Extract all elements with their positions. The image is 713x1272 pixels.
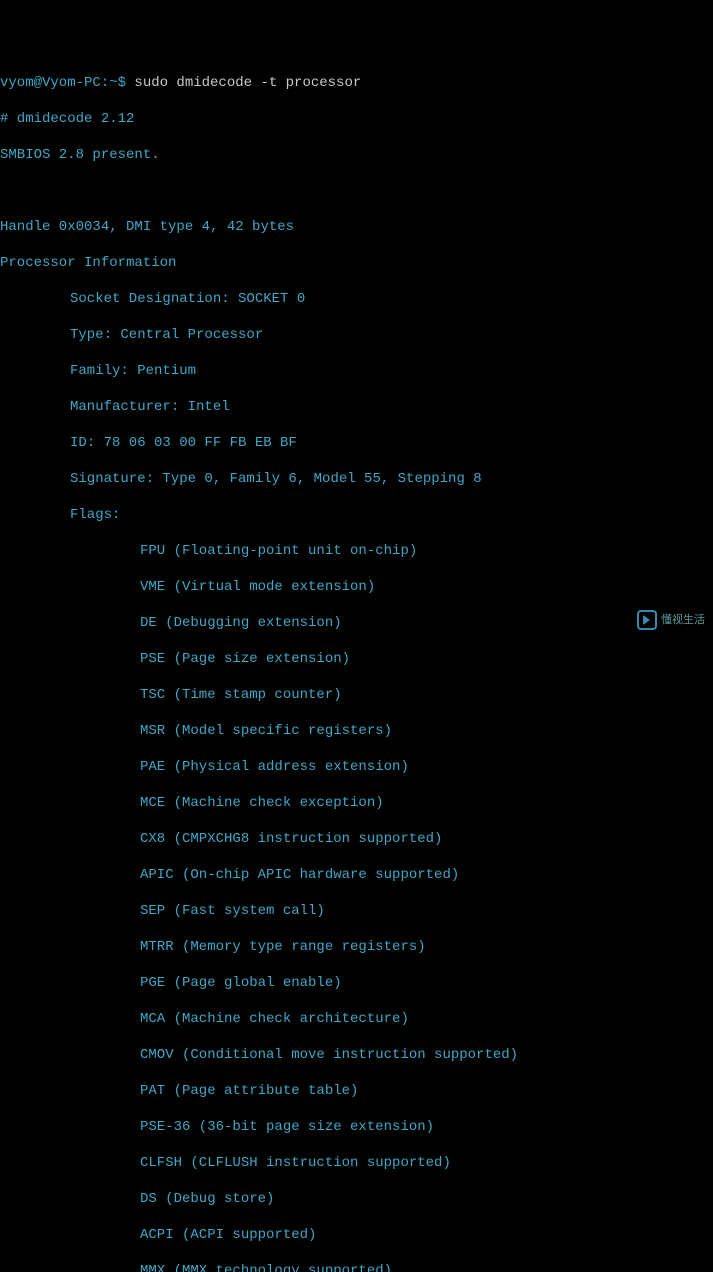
flag-clfsh: CLFSH (CLFLUSH instruction supported)	[0, 1154, 713, 1172]
flag-vme: VME (Virtual mode extension)	[0, 578, 713, 596]
flag-pae: PAE (Physical address extension)	[0, 758, 713, 776]
watermark: 懂视生活	[637, 610, 705, 630]
flag-pge: PGE (Page global enable)	[0, 974, 713, 992]
flag-acpi: ACPI (ACPI supported)	[0, 1226, 713, 1244]
flag-cmov: CMOV (Conditional move instruction suppo…	[0, 1046, 713, 1064]
flag-pse36: PSE-36 (36-bit page size extension)	[0, 1118, 713, 1136]
flag-mce: MCE (Machine check exception)	[0, 794, 713, 812]
dmidecode-version-line: # dmidecode 2.12	[0, 110, 713, 128]
blank-line	[0, 182, 713, 200]
entered-command: sudo dmidecode -t processor	[134, 75, 361, 91]
field-flags-label: Flags:	[0, 506, 713, 524]
flag-ds: DS (Debug store)	[0, 1190, 713, 1208]
flag-tsc: TSC (Time stamp counter)	[0, 686, 713, 704]
field-signature: Signature: Type 0, Family 6, Model 55, S…	[0, 470, 713, 488]
flag-fpu: FPU (Floating-point unit on-chip)	[0, 542, 713, 560]
flag-mca: MCA (Machine check architecture)	[0, 1010, 713, 1028]
flag-cx8: CX8 (CMPXCHG8 instruction supported)	[0, 830, 713, 848]
watermark-text: 懂视生活	[661, 611, 705, 629]
field-socket: Socket Designation: SOCKET 0	[0, 290, 713, 308]
field-manufacturer: Manufacturer: Intel	[0, 398, 713, 416]
field-id: ID: 78 06 03 00 FF FB EB BF	[0, 434, 713, 452]
flag-msr: MSR (Model specific registers)	[0, 722, 713, 740]
flag-de: DE (Debugging extension)	[0, 614, 713, 632]
watermark-play-icon	[637, 610, 657, 630]
user-host-prompt: vyom@Vyom-PC:~$	[0, 75, 134, 91]
flag-mmx: MMX (MMX technology supported)	[0, 1262, 713, 1272]
flag-mtrr: MTRR (Memory type range registers)	[0, 938, 713, 956]
command-prompt-line: vyom@Vyom-PC:~$ sudo dmidecode -t proces…	[0, 74, 713, 92]
smbios-line: SMBIOS 2.8 present.	[0, 146, 713, 164]
flag-apic: APIC (On-chip APIC hardware supported)	[0, 866, 713, 884]
section-title: Processor Information	[0, 254, 713, 272]
field-type: Type: Central Processor	[0, 326, 713, 344]
field-family: Family: Pentium	[0, 362, 713, 380]
flag-sep: SEP (Fast system call)	[0, 902, 713, 920]
flag-pse: PSE (Page size extension)	[0, 650, 713, 668]
handle-line: Handle 0x0034, DMI type 4, 42 bytes	[0, 218, 713, 236]
flag-pat: PAT (Page attribute table)	[0, 1082, 713, 1100]
